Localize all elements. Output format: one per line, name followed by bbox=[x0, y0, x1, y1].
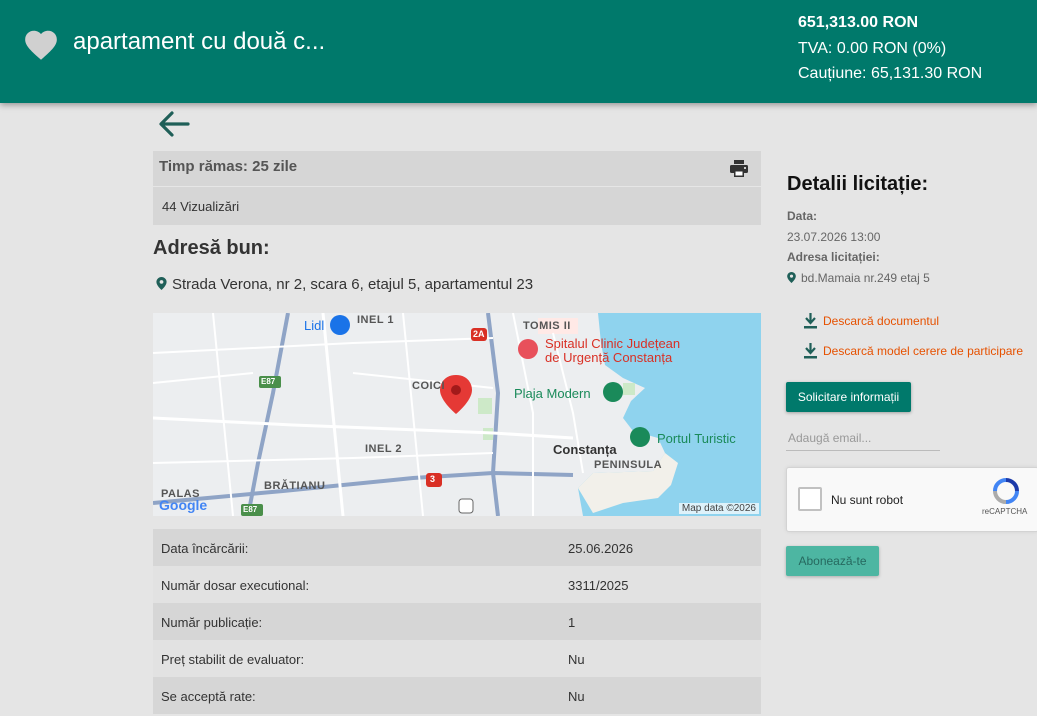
map-label-peninsula: PENINSULA bbox=[594, 459, 663, 471]
map-poi-hospital-line1: Spitalul Clinic Județean bbox=[545, 336, 681, 351]
row-value: Nu bbox=[568, 652, 585, 667]
location-pin-icon bbox=[787, 272, 796, 283]
top-bar: apartament cu două c... 651,313.00 RON T… bbox=[0, 0, 1037, 103]
cautiune-text: Cauțiune: 65,131.30 RON bbox=[798, 65, 983, 82]
download-model-label: Descarcă model cerere de participare bbox=[823, 344, 1024, 358]
time-remaining-value: 25 zile bbox=[252, 158, 298, 175]
row-value: Nu bbox=[568, 689, 585, 704]
location-pin-icon bbox=[156, 277, 167, 290]
row-key: Număr dosar executional: bbox=[161, 578, 310, 593]
auction-date-label: Data: bbox=[787, 209, 818, 223]
address-text: Strada Verona, nr 2, scara 6, etajul 5, … bbox=[172, 276, 534, 293]
details-table: Data încărcării: 25.06.2026 Număr dosar … bbox=[153, 529, 761, 714]
map-attribution: Map data ©2026 bbox=[678, 503, 759, 514]
recaptcha-checkbox[interactable] bbox=[798, 487, 822, 511]
download-model-link[interactable]: Descarcă model cerere de participare bbox=[804, 343, 1024, 359]
address-heading: Adresă bun: bbox=[153, 237, 270, 259]
tva-text: TVA: 0.00 RON (0%) bbox=[798, 40, 947, 57]
map-label-tomis: TOMIS II bbox=[523, 320, 571, 332]
recaptcha-brand: reCAPTCHA bbox=[982, 507, 1028, 516]
google-text: Google bbox=[159, 497, 208, 513]
print-icon[interactable] bbox=[730, 160, 748, 177]
time-remaining-label: Timp rămas: bbox=[159, 158, 248, 175]
request-info-button[interactable]: Solicitare informații bbox=[786, 382, 911, 412]
auction-details-heading: Detalii licitație: bbox=[787, 173, 929, 195]
table-row: Număr dosar executional: 3311/2025 bbox=[153, 566, 761, 603]
recaptcha-label: Nu sunt robot bbox=[831, 493, 904, 507]
map-route-e87: E87 bbox=[261, 377, 276, 386]
map-label-constanta: Constanța bbox=[553, 442, 617, 457]
map-route-e87-south: E87 bbox=[243, 505, 258, 514]
map-label-inel1: INEL 1 bbox=[357, 314, 395, 326]
views-count: 44 Vizualizări bbox=[162, 199, 240, 214]
google-logo: Google bbox=[159, 497, 207, 513]
map-route-3: 3 bbox=[430, 474, 436, 484]
back-arrow-icon[interactable] bbox=[157, 108, 191, 140]
map-poi-beach: Plaja Modern bbox=[514, 386, 591, 401]
download-icon bbox=[804, 313, 817, 329]
map-poi-port: Portul Turistic bbox=[657, 431, 736, 446]
listing-title: apartament cu două c... bbox=[73, 28, 326, 55]
row-key: Se acceptă rate: bbox=[161, 689, 256, 704]
row-key: Număr publicație: bbox=[161, 615, 263, 630]
recaptcha-logo-icon bbox=[993, 478, 1019, 504]
download-document-label: Descarcă documentul bbox=[823, 314, 940, 328]
table-row: Se acceptă rate: Nu bbox=[153, 677, 761, 714]
row-value: 3311/2025 bbox=[568, 578, 629, 593]
auction-address-value: bd.Mamaia nr.249 etaj 5 bbox=[801, 271, 930, 285]
auction-address-label: Adresa licitației: bbox=[787, 250, 880, 264]
map-label-coici: COICI bbox=[412, 380, 446, 392]
divider bbox=[153, 186, 761, 187]
recaptcha-widget: Nu sunt robot reCAPTCHA bbox=[786, 467, 1037, 532]
table-row: Număr publicație: 1 bbox=[153, 603, 761, 640]
subscribe-button[interactable]: Abonează-te bbox=[786, 546, 879, 576]
table-row: Preț stabilit de evaluator: Nu bbox=[153, 640, 761, 677]
auction-date-value: 23.07.2026 13:00 bbox=[787, 230, 881, 244]
download-document-link[interactable]: Descarcă documentul bbox=[804, 313, 940, 329]
favorite-heart-icon[interactable] bbox=[22, 26, 60, 64]
address-line: Strada Verona, nr 2, scara 6, etajul 5, … bbox=[156, 276, 533, 293]
map-label-bratianu: BRĂTIANU bbox=[264, 480, 326, 492]
email-input[interactable] bbox=[786, 426, 940, 451]
map-poi-lidl: Lidl bbox=[304, 318, 325, 333]
download-icon bbox=[804, 343, 817, 359]
row-key: Data încărcării: bbox=[161, 541, 249, 556]
row-value: 1 bbox=[568, 615, 576, 630]
map-poi-hospital-line2: de Urgență Constanța bbox=[545, 350, 673, 365]
map-label-inel2: INEL 2 bbox=[365, 443, 403, 455]
location-map[interactable]: Lidl INEL 1 TOMIS II Spitalul Clinic Jud… bbox=[153, 313, 761, 516]
table-row: Data încărcării: 25.06.2026 bbox=[153, 529, 761, 566]
price: 651,313.00 RON bbox=[798, 14, 919, 31]
map-route-2a: 2A bbox=[473, 329, 485, 339]
row-value: 25.06.2026 bbox=[568, 541, 634, 556]
auction-address: bd.Mamaia nr.249 etaj 5 bbox=[787, 271, 930, 285]
status-panel: Timp rămas: 25 zile 44 Vizualizări bbox=[153, 151, 761, 225]
row-key: Preț stabilit de evaluator: bbox=[161, 652, 305, 667]
